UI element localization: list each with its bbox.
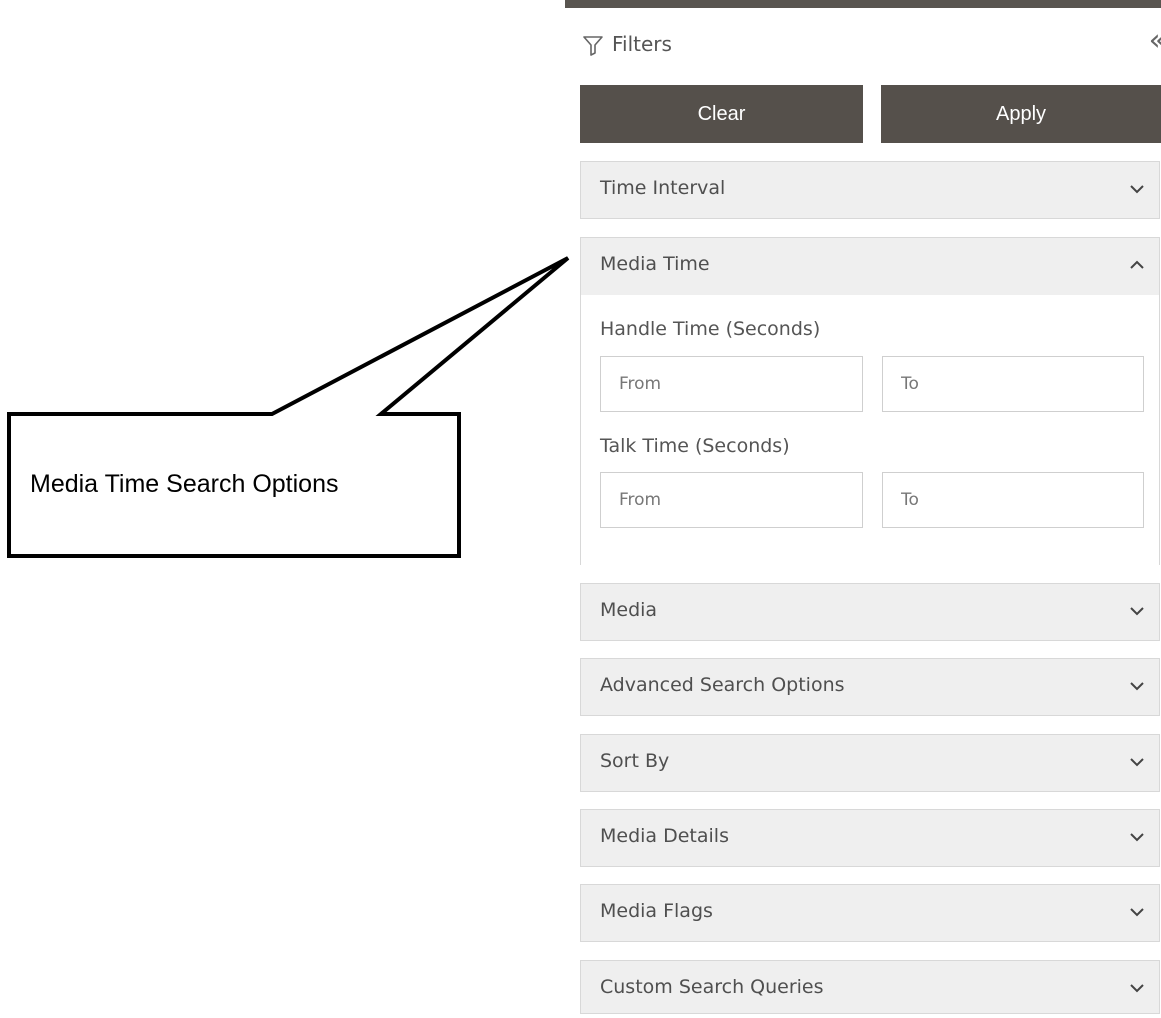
apply-button[interactable]: Apply xyxy=(881,85,1161,143)
section-sort-by[interactable]: Sort By xyxy=(580,734,1160,792)
section-label: Media Time xyxy=(600,253,710,275)
funnel-icon xyxy=(583,36,603,56)
talk-time-from-input[interactable] xyxy=(600,472,863,528)
handle-time-label: Handle Time (Seconds) xyxy=(600,318,821,340)
handle-time-to-input[interactable] xyxy=(882,356,1144,412)
chevron-down-icon xyxy=(1130,185,1144,194)
section-label: Media xyxy=(600,599,658,621)
section-label: Advanced Search Options xyxy=(600,674,845,696)
clear-button[interactable]: Clear xyxy=(580,85,863,143)
section-media-details[interactable]: Media Details xyxy=(580,809,1160,867)
section-advanced-search-options[interactable]: Advanced Search Options xyxy=(580,658,1160,716)
filters-title: Filters xyxy=(612,32,672,56)
chevron-down-icon xyxy=(1130,607,1144,616)
top-bar xyxy=(565,0,1161,8)
chevron-down-icon xyxy=(1130,758,1144,767)
section-label: Sort By xyxy=(600,750,670,772)
section-label: Media Details xyxy=(600,825,729,847)
section-label: Custom Search Queries xyxy=(600,976,824,998)
chevron-down-icon xyxy=(1130,833,1144,842)
section-label: Media Flags xyxy=(600,900,713,922)
talk-time-label: Talk Time (Seconds) xyxy=(600,435,790,457)
section-media-flags[interactable]: Media Flags xyxy=(580,884,1160,942)
double-chevron-left-icon[interactable]: « xyxy=(1149,26,1161,56)
section-media-time-header[interactable]: Media Time xyxy=(581,238,1159,296)
handle-time-from-input[interactable] xyxy=(600,356,863,412)
section-time-interval[interactable]: Time Interval xyxy=(580,161,1160,219)
section-media[interactable]: Media xyxy=(580,583,1160,641)
chevron-down-icon xyxy=(1130,682,1144,691)
filters-header: Filters « xyxy=(582,26,1161,64)
section-label: Time Interval xyxy=(600,177,726,199)
talk-time-to-input[interactable] xyxy=(882,472,1144,528)
chevron-down-icon xyxy=(1130,908,1144,917)
callout-text: Media Time Search Options xyxy=(30,470,339,498)
section-custom-search-queries[interactable]: Custom Search Queries xyxy=(580,960,1160,1014)
chevron-down-icon xyxy=(1130,984,1144,993)
chevron-up-icon xyxy=(1130,260,1144,269)
media-time-body: Handle Time (Seconds) Talk Time (Seconds… xyxy=(581,295,1159,565)
section-media-time: Media Time Handle Time (Seconds) Talk Ti… xyxy=(580,237,1160,565)
